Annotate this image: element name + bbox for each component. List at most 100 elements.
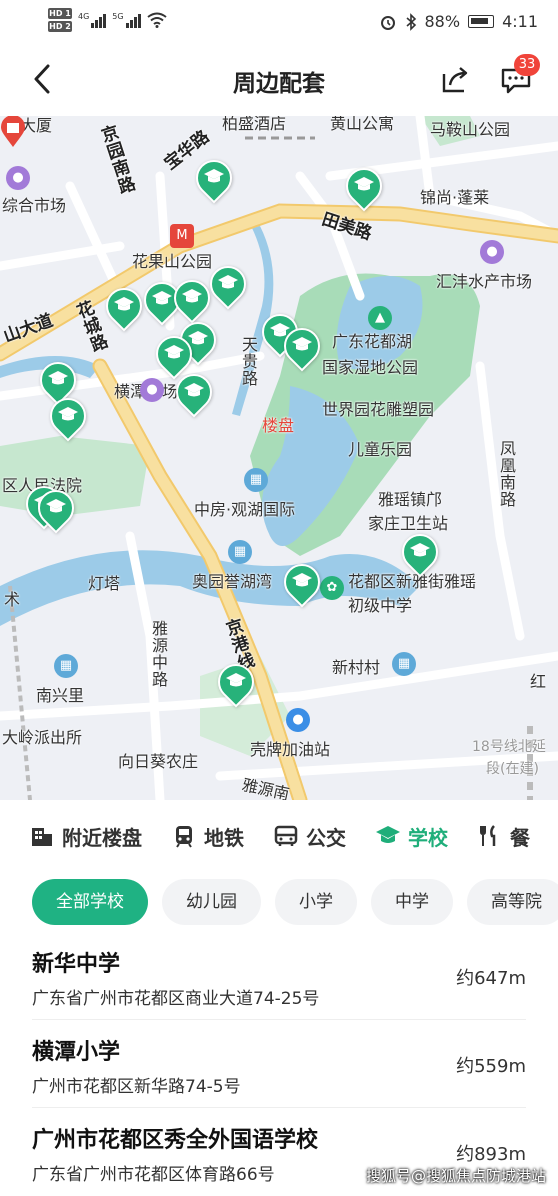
map-label: 灯塔 [88,574,121,593]
watermark: 搜狐号@搜狐焦点防城港站 [365,1167,546,1185]
chip-middle[interactable]: 中学 [371,879,453,925]
wifi-icon [146,12,167,28]
tab-bus[interactable]: 公交 [274,822,346,851]
residential-icon[interactable]: ▦ [244,468,268,492]
school-name: 广州市花都区秀全外国语学校 [32,1128,319,1153]
school-name: 新华中学 [32,952,121,977]
map-label: 柏盛酒店 [222,116,287,133]
tab-metro[interactable]: 地铁 [172,822,244,851]
residential-icon[interactable]: ▦ [228,540,252,564]
map-label: 大岭派出所 [2,728,83,747]
school-pin-icon[interactable] [202,258,254,312]
network-type-2: 5G [112,12,124,21]
school-pin-icon[interactable] [42,390,94,444]
map-label: 广东花都湖 [332,332,413,351]
map-label: 黄山公寓 [330,116,395,133]
school-address: 广州市花都区新华路74-5号 [32,1077,241,1097]
school-address: 广东省广州市花都区体育路66号 [32,1165,275,1185]
school-distance: 约559m [456,1056,526,1077]
hd2-indicator: HD 2 [48,21,72,32]
map-label: 马鞍山公园 [430,120,511,139]
market-icon[interactable]: ● [6,166,30,190]
chip-kindergarten[interactable]: 幼儿园 [162,879,261,925]
tab-nearby-properties[interactable]: 附近楼盘 [30,822,142,851]
school-pin-icon[interactable] [276,320,328,374]
map-label: 锦尚·蓬莱 [420,188,490,207]
signal-icon: 4G [78,12,107,28]
map-label: 花果山公园 [132,252,213,271]
road-label: 凤凰南路 [497,440,516,508]
tab-label: 地铁 [204,825,244,850]
share-icon[interactable] [440,64,470,94]
category-tabs: 附近楼盘 地铁 公交 学校 餐 [0,800,558,872]
map-label: 中房·观湖国际 [194,500,296,519]
graduation-cap-icon [376,826,400,843]
gas-station-icon[interactable]: ● [286,708,310,732]
bluetooth-icon [405,12,416,31]
school-pin-icon[interactable] [338,160,390,214]
restaurant-icon [480,825,496,846]
metro-construction-label: 18号线北延 [472,739,546,755]
tab-label: 餐 [510,825,530,850]
map-label: 壳牌加油站 [250,740,331,759]
building-icon [32,828,52,846]
tab-label: 公交 [306,825,346,850]
school-pin-icon[interactable] [30,482,82,536]
status-bar: HD 1 HD 2 4G 5G 88% 4:11 [0,0,558,44]
school-pin-icon[interactable] [166,272,218,326]
school-pin-icon[interactable] [188,152,240,206]
map-label: 雅瑶镇邝 [378,490,443,509]
chip-all-schools[interactable]: 全部学校 [32,879,148,925]
tab-school[interactable]: 学校 [376,822,448,851]
map-label: 家庄卫生站 [368,514,449,533]
residential-icon[interactable]: ▦ [392,652,416,676]
school-name: 横潭小学 [32,1040,121,1065]
chip-higher-ed[interactable]: 高等院 [467,879,558,925]
clock: 4:11 [502,12,538,31]
network-type-1: 4G [78,12,90,21]
status-left: HD 1 HD 2 4G 5G [48,8,167,32]
map-view[interactable]: 桥大厦 柏盛酒店 黄山公寓 马鞍山公园 综合市场 锦尚·蓬莱 田美路 花果山公园… [0,116,558,800]
map-label: 奥园誉湖湾 [192,572,273,591]
signal-icon-2: 5G [112,12,141,28]
map-label: 新村村 [332,658,381,677]
property-marker-icon[interactable] [0,116,26,148]
road-label: 天贵路 [239,336,258,387]
residential-icon[interactable]: ▦ [54,654,78,678]
school-pin-icon[interactable] [98,280,150,334]
hd-indicators: HD 1 HD 2 [48,8,72,32]
chip-primary[interactable]: 小学 [275,879,357,925]
school-pin-icon[interactable] [276,556,328,610]
map-label: 世界园花雕塑园 [322,400,435,419]
tab-label: 学校 [408,825,448,850]
map-label: 术 [4,590,21,609]
app-header: 周边配套 [0,44,558,116]
school-distance: 约647m [456,968,526,989]
battery-percent: 88% [424,12,461,31]
metro-icon[interactable]: M [170,224,194,248]
school-pin-icon[interactable] [168,366,220,420]
page-title: 周边配套 [233,71,325,97]
park-icon[interactable]: ✿ [320,576,344,600]
message-badge: 33 [514,54,540,76]
road-label: 雅源中路 [149,620,168,688]
list-item[interactable]: 横潭小学 广州市花都区新华路74-5号 约559m [32,1020,526,1108]
map-label: 汇沣水产市场 [436,272,533,291]
market-icon[interactable]: ● [480,240,504,264]
map-label: 国家湿地公园 [322,358,419,377]
tab-label: 附近楼盘 [62,825,142,850]
battery-icon [468,15,495,28]
school-pin-icon[interactable] [210,656,262,710]
map-label: 南兴里 [36,686,85,705]
school-filter-chips: 全部学校 幼儿园 小学 中学 高等院 [0,872,558,932]
park-icon[interactable]: ▲ [368,306,392,330]
metro-icon [176,826,192,848]
map-label: 儿童乐园 [348,440,413,459]
school-pin-icon[interactable] [394,526,446,580]
status-right: 88% 4:11 [379,12,538,31]
school-distance: 约893m [456,1144,526,1165]
metro-construction-label-2: 段(在建) [486,761,539,777]
list-item[interactable]: 新华中学 广东省广州市花都区商业大道74-25号 约647m [32,932,526,1020]
property-label: 楼盘 [262,416,295,435]
tab-restaurant[interactable]: 餐 [478,822,530,851]
